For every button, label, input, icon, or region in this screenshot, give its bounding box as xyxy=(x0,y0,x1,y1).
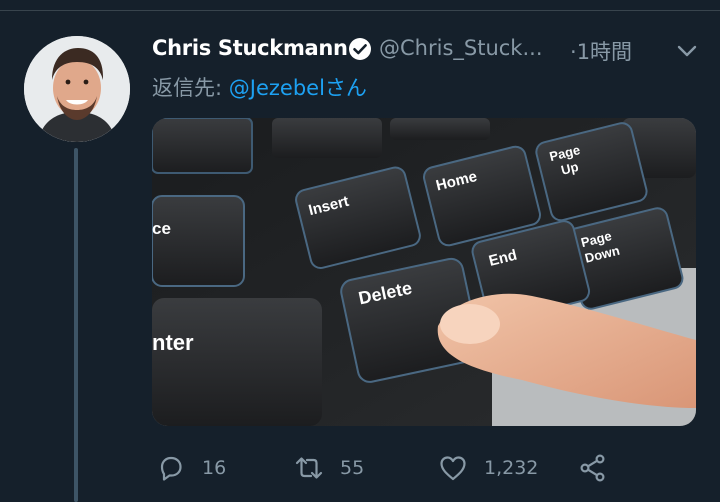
time-value: 1時間 xyxy=(576,40,633,64)
verified-badge-icon xyxy=(349,38,371,60)
like-count: 1,232 xyxy=(484,457,539,479)
reply-context: 返信先: @Jezebelさん xyxy=(152,72,367,102)
retweet-count: 55 xyxy=(340,457,365,479)
retweet-icon xyxy=(295,457,323,479)
tweet-header: Chris Stuckmann @Chris_Stuck... ·1時間 xyxy=(152,33,712,67)
share-button[interactable] xyxy=(578,446,608,490)
chevron-down-icon[interactable] xyxy=(674,38,700,64)
reply-prefix: 返信先: xyxy=(152,76,229,100)
like-button[interactable]: 1,232 xyxy=(438,446,538,490)
reply-mention-link[interactable]: @Jezebelさん xyxy=(229,76,367,100)
key-backspace-fragment: ce xyxy=(152,219,171,238)
tweet-actions: 16 55 1,232 xyxy=(152,446,712,490)
author-handle[interactable]: @Chris_Stuck... xyxy=(379,36,543,60)
author-name[interactable]: Chris Stuckmann xyxy=(152,36,348,60)
share-icon xyxy=(580,454,605,482)
top-divider xyxy=(0,10,720,11)
reply-icon xyxy=(160,456,182,481)
reply-count: 16 xyxy=(202,457,227,479)
reply-button[interactable]: 16 xyxy=(156,446,226,490)
key-enter-fragment: nter xyxy=(152,330,194,355)
avatar-photo xyxy=(24,36,130,142)
keyboard-photo: Insert Home Page Up Page Down End Delete xyxy=(152,118,696,426)
heart-icon xyxy=(440,456,466,481)
tweet-media-image[interactable]: Insert Home Page Up Page Down End Delete xyxy=(152,118,696,426)
thread-line xyxy=(74,148,78,502)
avatar[interactable] xyxy=(24,36,130,142)
tweet-time[interactable]: ·1時間 xyxy=(570,36,632,66)
retweet-button[interactable]: 55 xyxy=(294,446,364,490)
time-separator: · xyxy=(570,40,577,64)
